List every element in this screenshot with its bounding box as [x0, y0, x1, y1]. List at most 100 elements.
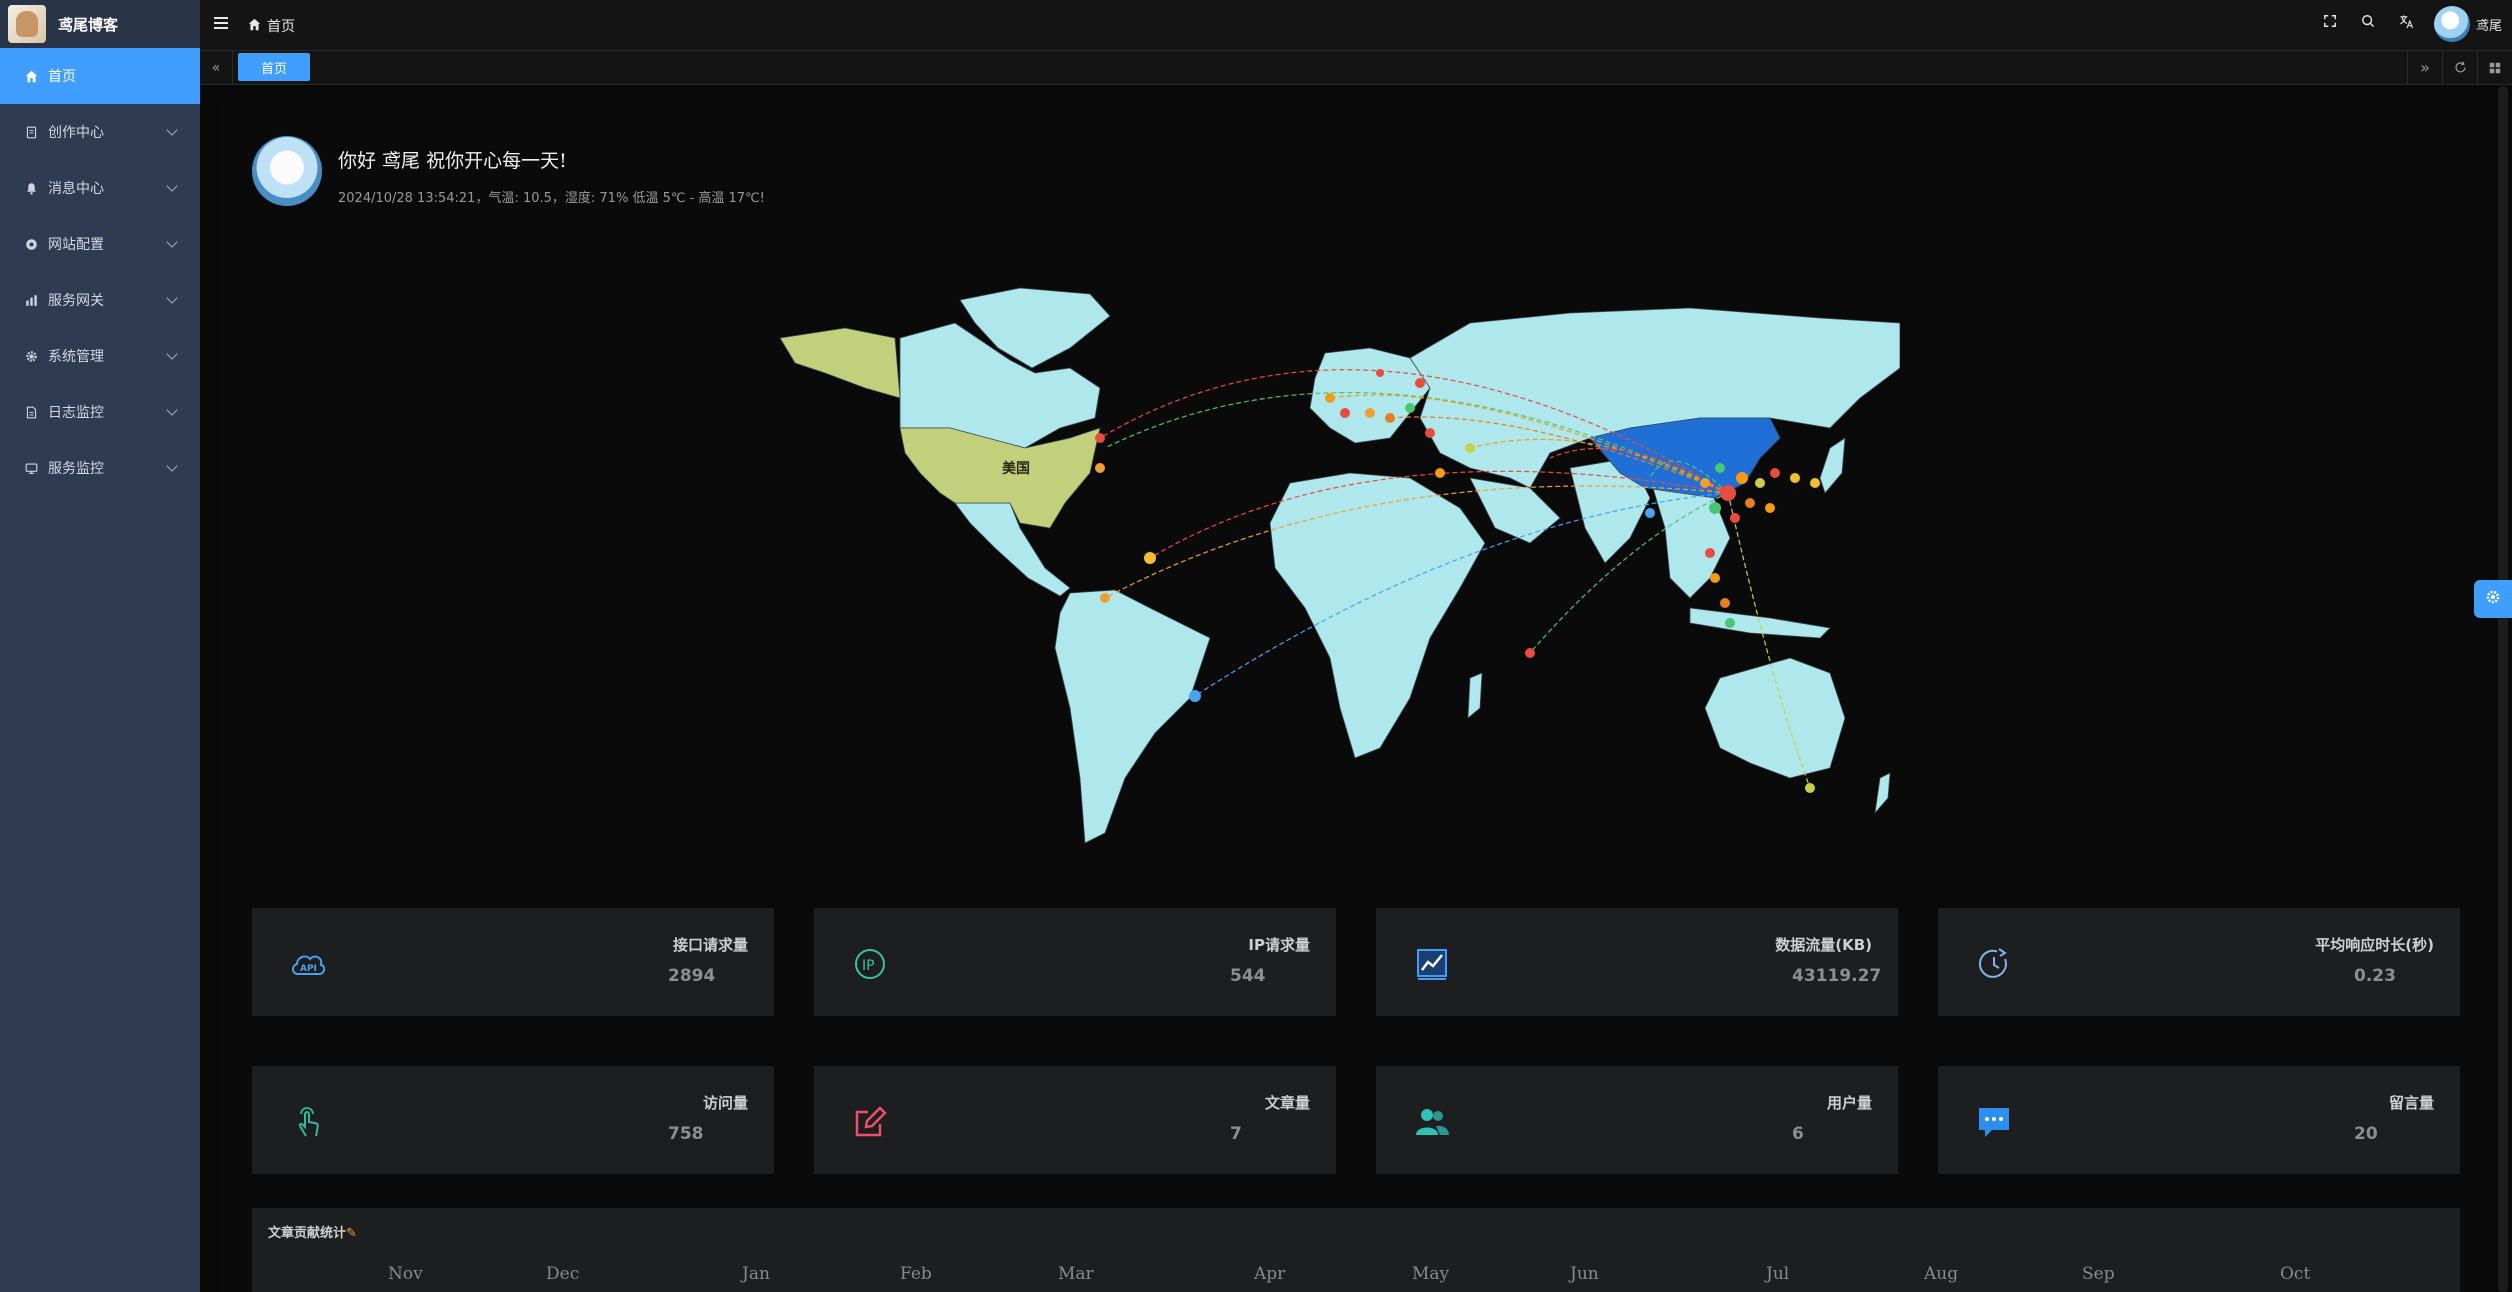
sidebar-menu: 首页 创作中心 消息中心 网站配置 服务网关 系统管理 日志监控 服务监控: [0, 48, 200, 496]
search-icon[interactable]: [2360, 13, 2376, 29]
breadcrumb-item[interactable]: 首页: [267, 16, 295, 36]
translate-icon[interactable]: [2398, 13, 2414, 29]
stat-value: 0.23: [2354, 966, 2396, 986]
tab-actions: »: [2407, 51, 2512, 84]
stat-label: 接口请求量: [672, 936, 748, 954]
app-title: 鸢尾博客: [58, 15, 119, 34]
stat-label: 留言量: [2388, 1094, 2434, 1112]
fullscreen-icon[interactable]: [2322, 13, 2338, 29]
world-map[interactable]: 美国: [770, 278, 1901, 863]
chart-icon: [24, 293, 38, 307]
stat-value: 43119.27: [1792, 966, 1882, 986]
stat-label: 文章量: [1264, 1094, 1310, 1112]
chevron-down-icon: [166, 348, 178, 360]
month-label: Sep: [2082, 1264, 2115, 1284]
stat-value: 7: [1230, 1124, 1242, 1144]
month-label: Jun: [1570, 1264, 1599, 1284]
sidebar-item-label: 首页: [48, 69, 76, 85]
breadcrumb: 首页: [248, 16, 295, 36]
sidebar-item-label: 网站配置: [48, 237, 104, 253]
month-label: Mar: [1058, 1264, 1094, 1284]
username[interactable]: 鸢尾: [2476, 15, 2502, 34]
avatar[interactable]: [2433, 6, 2470, 42]
sidebar-item-label: 日志监控: [48, 405, 104, 421]
header-tools: [2322, 13, 2452, 29]
greeting-weather: 2024/10/28 13:54:21，气温: 10.5，湿度: 71% 低温 …: [338, 191, 765, 206]
sidebar-item-label: 消息中心: [48, 181, 104, 197]
stat-value: 2894: [668, 966, 716, 986]
chevron-down-icon: [166, 460, 178, 472]
stat-label: 数据流量(KB): [1775, 936, 1872, 954]
map-country-label: 美国: [1002, 460, 1030, 477]
sidebar-item-gateway[interactable]: 服务网关: [0, 272, 200, 328]
sidebar-item-label: 服务监控: [48, 461, 104, 477]
chevron-down-icon: [166, 292, 178, 304]
sidebar-item-home[interactable]: 首页: [0, 48, 200, 104]
scroll-left-icon[interactable]: «: [200, 51, 233, 84]
stat-card-articles[interactable]: 文章量 7: [814, 1066, 1336, 1174]
gear-icon: [2485, 589, 2501, 609]
svg-text:API: API: [300, 964, 317, 974]
stat-label: 访问量: [702, 1094, 748, 1112]
month-label: Jul: [1766, 1264, 1790, 1284]
stat-card-data-traffic[interactable]: 数据流量(KB) 43119.27: [1376, 908, 1898, 1016]
sidebar: 鸢尾博客 首页 创作中心 消息中心 网站配置 服务网关 系统管理 日志监控 服务…: [0, 0, 200, 1292]
month-label: Aug: [1924, 1264, 1959, 1284]
month-label: May: [1412, 1264, 1450, 1284]
stat-label: 用户量: [1826, 1094, 1872, 1112]
article-contribution-panel: 文章贡献统计✎ Nov Dec Jan Feb Mar Apr May Jun …: [252, 1208, 2460, 1292]
scroll-right-icon[interactable]: »: [2407, 51, 2442, 84]
sidebar-item-logs[interactable]: 日志监控: [0, 384, 200, 440]
timer-icon: [1974, 944, 2014, 984]
grid-menu-icon[interactable]: [2477, 51, 2512, 84]
scrollbar[interactable]: [2498, 86, 2508, 1292]
sidebar-item-service-monitor[interactable]: 服务监控: [0, 440, 200, 496]
sidebar-item-label: 创作中心: [48, 125, 104, 141]
tap-icon: [288, 1102, 328, 1142]
message-icon: [1974, 1102, 2014, 1142]
tabs-bar: « 首页 »: [200, 51, 2512, 85]
refresh-icon[interactable]: [2442, 51, 2477, 84]
stat-label: IP请求量: [1248, 936, 1310, 954]
settings-float-button[interactable]: [2474, 580, 2512, 618]
stat-card-comments[interactable]: 留言量 20: [1938, 1066, 2460, 1174]
gear-icon: [24, 349, 38, 363]
sidebar-item-messages[interactable]: 消息中心: [0, 160, 200, 216]
chevron-down-icon: [166, 180, 178, 192]
month-label: Nov: [388, 1264, 423, 1284]
logo[interactable]: 鸢尾博客: [0, 0, 200, 48]
month-axis: Nov Dec Jan Feb Mar Apr May Jun Jul Aug …: [252, 1264, 2460, 1284]
home-icon: [248, 18, 261, 35]
stat-card-visits[interactable]: 访问量 758: [252, 1066, 774, 1174]
greeting-title: 你好 鸢尾 祝你开心每一天!: [338, 150, 567, 172]
sidebar-item-creation[interactable]: 创作中心: [0, 104, 200, 160]
sidebar-item-label: 服务网关: [48, 293, 104, 309]
stat-value: 20: [2354, 1124, 2378, 1144]
log-icon: [24, 405, 38, 419]
bell-icon: [24, 181, 38, 195]
contribution-title: 文章贡献统计✎: [268, 1226, 357, 1241]
chevron-down-icon: [166, 404, 178, 416]
stat-value: 544: [1230, 966, 1266, 986]
stat-card-avg-response[interactable]: 平均响应时长(秒) 0.23: [1938, 908, 2460, 1016]
api-cloud-icon: API: [288, 944, 328, 984]
stat-card-users[interactable]: 用户量 6: [1376, 1066, 1898, 1174]
sidebar-item-site-config[interactable]: 网站配置: [0, 216, 200, 272]
greeting-panel: 你好 鸢尾 祝你开心每一天! 2024/10/28 13:54:21，气温: 1…: [252, 136, 765, 206]
month-label: Feb: [900, 1264, 932, 1284]
month-label: Apr: [1254, 1264, 1286, 1284]
sidebar-item-system[interactable]: 系统管理: [0, 328, 200, 384]
avatar: [252, 136, 322, 206]
settings-icon: [24, 237, 38, 251]
ip-icon: IP: [850, 944, 890, 984]
stat-label: 平均响应时长(秒): [2315, 936, 2434, 954]
user-menu[interactable]: 鸢尾: [2433, 6, 2502, 42]
menu-toggle-icon[interactable]: [214, 17, 228, 29]
document-icon: [24, 125, 38, 139]
top-header: 首页 鸢尾: [200, 0, 2512, 51]
stat-card-ip-requests[interactable]: IP IP请求量 544: [814, 908, 1336, 1016]
month-label: Oct: [2280, 1264, 2311, 1284]
stat-card-api-requests[interactable]: API 接口请求量 2894: [252, 908, 774, 1016]
chevron-down-icon: [166, 124, 178, 136]
tab-home[interactable]: 首页: [238, 53, 310, 81]
